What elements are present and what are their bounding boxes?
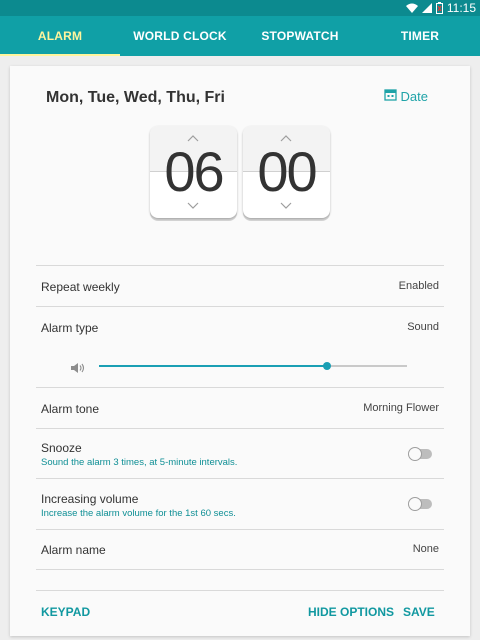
snooze-toggle[interactable]: [408, 447, 432, 461]
status-time: 11:15: [446, 1, 476, 15]
date-button[interactable]: Date: [383, 88, 428, 104]
save-button[interactable]: SAVE: [403, 605, 435, 619]
minute-down-chevron-icon[interactable]: [280, 196, 292, 214]
increasing-volume-label: Increasing volume: [41, 492, 139, 506]
footer-divider: [36, 590, 444, 591]
battery-icon: [435, 2, 443, 14]
increasing-volume-row[interactable]: Increasing volume Increase the alarm vol…: [36, 478, 444, 529]
alarm-name-row[interactable]: Alarm name None: [36, 529, 444, 570]
alarm-name-value: None: [412, 543, 439, 555]
volume-slider[interactable]: [99, 362, 407, 370]
signal-icon: [421, 3, 432, 13]
snooze-label: Snooze: [41, 441, 82, 455]
snooze-row[interactable]: Snooze Sound the alarm 3 times, at 5-min…: [36, 428, 444, 478]
hour-value: 06: [164, 140, 224, 203]
increasing-volume-toggle[interactable]: [408, 497, 432, 511]
alarm-name-label: Alarm name: [41, 543, 106, 557]
tab-world-clock[interactable]: WORLD CLOCK: [120, 16, 240, 56]
toggle-knob: [408, 497, 422, 511]
tab-alarm[interactable]: ALARM: [0, 16, 120, 56]
repeat-weekly-row[interactable]: Repeat weekly Enabled: [36, 265, 444, 306]
alarm-tone-label: Alarm tone: [41, 402, 100, 416]
tab-stopwatch[interactable]: STOPWATCH: [240, 16, 360, 56]
alarm-type-value: Sound: [407, 321, 439, 333]
volume-slider-row: [36, 351, 444, 387]
repeat-weekly-value: Enabled: [398, 280, 439, 292]
alarm-tone-row[interactable]: Alarm tone Morning Flower: [36, 387, 444, 428]
volume-slider-thumb[interactable]: [322, 362, 331, 370]
tab-bar: ALARM WORLD CLOCK STOPWATCH TIMER: [0, 16, 480, 56]
minute-picker[interactable]: 00: [243, 126, 330, 218]
alarm-tone-value: Morning Flower: [363, 402, 439, 414]
wifi-icon: [405, 3, 418, 13]
minute-value: 00: [257, 140, 317, 203]
alarm-type-row[interactable]: Alarm type Sound: [36, 306, 444, 351]
status-bar: 11:15: [0, 0, 480, 16]
hide-options-button[interactable]: HIDE OPTIONS: [308, 605, 394, 619]
increasing-volume-description: Increase the alarm volume for the 1st 60…: [41, 508, 236, 519]
repeat-weekly-label: Repeat weekly: [41, 280, 120, 294]
alarm-edit-card: Mon, Tue, Wed, Thu, Fri Date 06 00 Repea…: [10, 66, 470, 636]
toggle-knob: [408, 447, 422, 461]
status-icons: 11:15: [405, 1, 476, 15]
alarm-type-label: Alarm type: [41, 321, 99, 335]
keypad-button[interactable]: KEYPAD: [41, 605, 90, 619]
snooze-description: Sound the alarm 3 times, at 5-minute int…: [41, 457, 238, 468]
date-label: Date: [400, 88, 428, 104]
calendar-icon: [383, 88, 397, 104]
repeat-days[interactable]: Mon, Tue, Wed, Thu, Fri: [46, 89, 225, 107]
tab-timer[interactable]: TIMER: [360, 16, 480, 56]
hour-down-chevron-icon[interactable]: [187, 196, 199, 214]
speaker-icon: [70, 361, 86, 379]
volume-slider-fill: [99, 365, 327, 367]
hour-picker[interactable]: 06: [150, 126, 237, 218]
